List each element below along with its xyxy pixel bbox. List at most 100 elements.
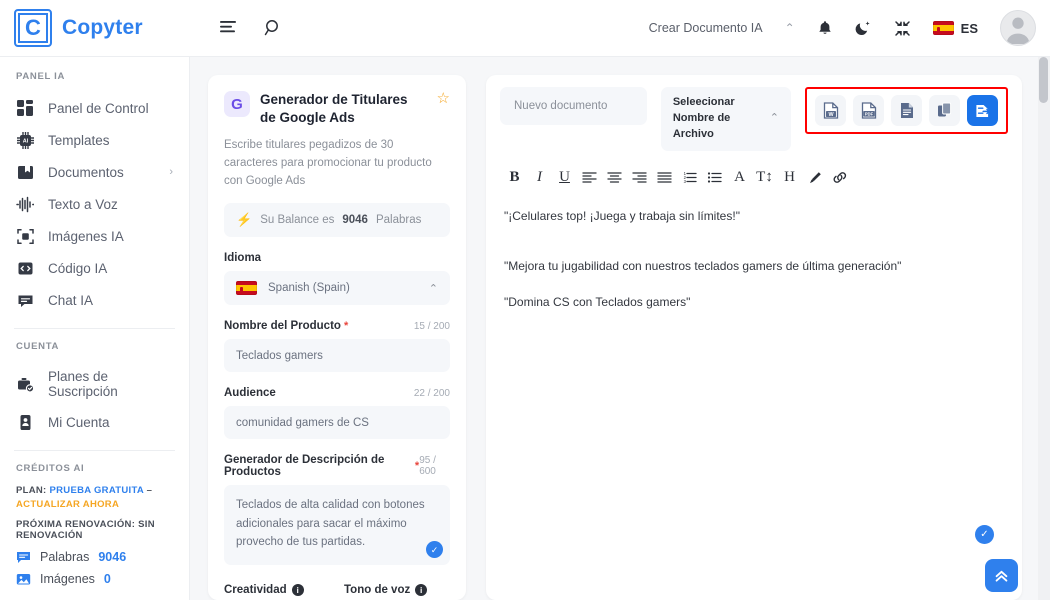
textarea-valid-check-icon: ✓ xyxy=(426,541,443,559)
image-ai-icon xyxy=(16,227,34,245)
double-chevron-up-icon xyxy=(995,570,1008,582)
description-counter: 95 / 600 xyxy=(419,455,436,478)
dark-mode-moon-icon[interactable] xyxy=(855,20,872,37)
sidebar: PANEL IA Panel de Control AI Templates D… xyxy=(0,57,190,600)
sidebar-item-label: Texto a Voz xyxy=(48,196,118,212)
search-icon[interactable] xyxy=(264,19,282,37)
font-size-button[interactable]: T↕ xyxy=(752,167,777,189)
page-scrollbar[interactable]: ▲ xyxy=(1038,57,1050,600)
description-label-text: Generador de Descripción de Productos xyxy=(224,454,385,479)
sidebar-item-planes-de-suscripcion[interactable]: Planes de Suscripción xyxy=(0,362,189,406)
sidebar-item-panel-de-control[interactable]: Panel de Control xyxy=(0,92,189,124)
product-counter: 15 / 200 xyxy=(413,320,450,332)
ordered-list-icon[interactable]: 123 xyxy=(677,167,702,189)
link-icon[interactable] xyxy=(827,167,852,189)
sidebar-item-documentos[interactable]: Documentos › xyxy=(0,156,189,188)
plan-line: PLAN: PRUEBA GRATUITA – ACTUALIZAR AHORA xyxy=(16,484,173,512)
language-label-text: Idioma xyxy=(224,252,262,265)
subscription-icon xyxy=(16,375,34,393)
language-selector[interactable]: ES xyxy=(932,20,978,36)
editor-toolbar: B I U 123 A T↕ H xyxy=(500,167,1008,189)
scroll-to-top-button[interactable] xyxy=(985,559,1018,592)
sidebar-item-mi-cuenta[interactable]: Mi Cuenta xyxy=(0,406,189,438)
file-name-select[interactable]: Seleecionar Nombre de Archivo ⌃ xyxy=(660,87,791,151)
text-doc-icon xyxy=(900,103,913,118)
notification-bell-icon[interactable] xyxy=(817,20,833,37)
sidebar-item-templates[interactable]: AI Templates xyxy=(0,124,189,156)
export-text-button[interactable] xyxy=(891,95,922,126)
save-document-button[interactable] xyxy=(967,95,998,126)
avatar[interactable] xyxy=(1000,10,1036,46)
chat-icon xyxy=(16,291,34,309)
highlight-brush-icon[interactable] xyxy=(802,167,827,189)
plan-value: PRUEBA GRATUITA xyxy=(49,485,144,496)
scrollbar-thumb[interactable] xyxy=(1039,57,1048,103)
audience-label-text: Audience xyxy=(224,387,276,400)
language-field-label: Idioma xyxy=(224,252,450,264)
editor-line: "¡Celulares top! ¡Juega y trabaja sin lí… xyxy=(504,208,740,223)
favorite-star-icon[interactable]: ☆ xyxy=(437,91,450,106)
form-description: Escribe titulares pegadizos de 30 caract… xyxy=(224,138,432,187)
plan-upgrade-link[interactable]: ACTUALIZAR AHORA xyxy=(16,499,119,510)
align-left-icon[interactable] xyxy=(577,167,602,189)
spain-flag-icon xyxy=(236,281,257,296)
product-field-label: Nombre del Producto * 15 / 200 xyxy=(224,320,450,332)
sidebar-item-chat-ia[interactable]: Chat IA xyxy=(0,284,189,316)
language-code: ES xyxy=(960,20,978,36)
product-input-value: Teclados gamers xyxy=(236,349,323,362)
export-pdf-button[interactable]: PDF xyxy=(853,95,884,126)
description-textarea-value: Teclados de alta calidad con botones adi… xyxy=(236,499,425,549)
image-icon xyxy=(16,572,31,587)
lightning-bolt-icon: ⚡ xyxy=(236,212,253,228)
product-label-text: Nombre del Producto xyxy=(224,320,341,333)
bullet-list-icon[interactable] xyxy=(702,167,727,189)
create-document-label[interactable]: Crear Documento IA xyxy=(649,21,763,35)
info-icon[interactable]: i xyxy=(291,584,304,597)
creativity-tone-row: Creatividad i Media ⌃ Tono de voz i xyxy=(224,569,450,600)
info-icon[interactable]: i xyxy=(415,584,428,597)
word-bubble-icon xyxy=(16,550,31,565)
hamburger-icon[interactable] xyxy=(220,20,238,36)
sidebar-divider-2 xyxy=(14,450,175,451)
italic-button[interactable]: I xyxy=(527,167,552,189)
align-right-icon[interactable] xyxy=(627,167,652,189)
brand-logo-area[interactable]: C Copyter xyxy=(14,9,190,47)
export-word-button[interactable]: W xyxy=(815,95,846,126)
dashboard-icon xyxy=(16,99,34,117)
plan-prefix: PLAN: xyxy=(16,485,47,496)
required-asterisk: * xyxy=(343,320,349,333)
language-select[interactable]: Spanish (Spain) ⌃ xyxy=(224,271,450,306)
ai-chip-icon: AI xyxy=(16,131,34,149)
collapse-fullscreen-icon[interactable] xyxy=(894,20,911,37)
editor-document-content[interactable]: "¡Celulares top! ¡Juega y trabaja sin lí… xyxy=(500,209,1008,309)
align-justify-icon[interactable] xyxy=(652,167,677,189)
sidebar-item-imagenes-ia[interactable]: Imágenes IA xyxy=(0,220,189,252)
product-input[interactable]: Teclados gamers xyxy=(224,339,450,373)
audience-input[interactable]: comunidad gamers de CS xyxy=(224,406,450,440)
heading-button[interactable]: H xyxy=(777,167,802,189)
credit-value: 9046 xyxy=(98,550,127,565)
underline-button[interactable]: U xyxy=(552,167,577,189)
align-center-icon[interactable] xyxy=(602,167,627,189)
description-field-label: Generador de Descripción de Productos * … xyxy=(224,454,450,478)
sidebar-item-codigo-ia[interactable]: Código IA xyxy=(0,252,189,284)
sidebar-divider-1 xyxy=(14,328,175,329)
sidebar-item-label: Chat IA xyxy=(48,292,94,308)
svg-text:AI: AI xyxy=(22,138,28,144)
creativity-field-label: Creatividad i xyxy=(224,584,330,597)
sidebar-section-account-title: CUENTA xyxy=(16,341,60,352)
description-textarea[interactable]: Teclados de alta calidad con botones adi… xyxy=(224,485,450,566)
copy-document-button[interactable] xyxy=(929,95,960,126)
balance-banner: ⚡ Su Balance es 9046 Palabras xyxy=(224,203,450,238)
font-color-button[interactable]: A xyxy=(727,167,752,189)
bold-button[interactable]: B xyxy=(502,167,527,189)
form-card-header: G Generador de Titulares de Google Ads ☆ xyxy=(224,91,450,127)
credit-label: Imágenes xyxy=(40,572,95,587)
chevron-up-icon[interactable]: ⌃ xyxy=(785,21,795,35)
document-name-input[interactable]: Nuevo documento xyxy=(500,87,647,125)
credit-label: Palabras xyxy=(40,550,90,565)
sidebar-item-texto-a-voz[interactable]: Texto a Voz xyxy=(0,188,189,220)
credit-value: 0 xyxy=(103,572,111,587)
document-saved-check-icon: ✓ xyxy=(975,525,994,544)
sidebar-item-label: Planes de Suscripción xyxy=(48,369,118,399)
